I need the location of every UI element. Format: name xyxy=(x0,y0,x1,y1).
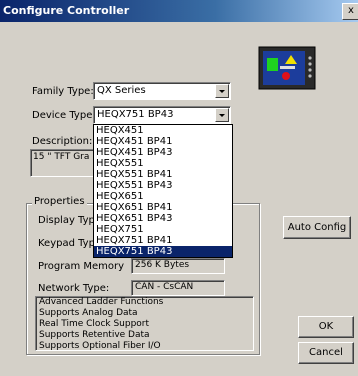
properties-title: Properties xyxy=(32,196,87,207)
keypad-type-label: Keypad Type xyxy=(38,238,102,249)
program-memory-label: Program Memory xyxy=(38,261,125,272)
feature-item: Supports Analog Data xyxy=(39,308,138,318)
device-type-dropdown-list[interactable]: HEQX451 HEQX451 BP41 HEQX451 BP43 HEQX551 HE… xyxy=(93,124,233,258)
dropdown-option[interactable]: HEQX751 xyxy=(94,224,232,235)
cancel-button[interactable]: Cancel xyxy=(298,342,354,364)
feature-item: Supports Retentive Data xyxy=(39,330,150,340)
description-label: Description: xyxy=(32,136,93,147)
feature-item: Real Time Clock Support xyxy=(39,319,150,329)
dropdown-option[interactable]: HEQX751 BP41 xyxy=(94,235,232,246)
family-type-chevron-down-icon[interactable] xyxy=(215,84,229,98)
device-type-value: HEQX751 BP43 xyxy=(97,109,174,120)
dropdown-option[interactable]: HEQX651 BP43 xyxy=(94,213,232,224)
device-type-combo[interactable]: HEQX751 BP43 xyxy=(93,106,231,124)
controller-icon xyxy=(258,44,318,92)
network-type-value: CAN - CsCAN xyxy=(135,282,194,292)
features-list: Advanced Ladder Functions Supports Analo… xyxy=(39,297,163,352)
feature-item: Advanced Ladder Functions xyxy=(39,297,164,307)
family-type-combo[interactable]: QX Series xyxy=(93,82,231,100)
window-title: Configure Controller xyxy=(3,4,130,17)
dropdown-option[interactable]: HEQX451 xyxy=(94,125,232,136)
description-text: 15 " TFT Gra xyxy=(33,152,90,162)
auto-config-button[interactable]: Auto Config xyxy=(283,216,351,239)
ok-button[interactable]: OK xyxy=(298,316,354,338)
device-type-chevron-down-icon[interactable] xyxy=(215,108,229,122)
dropdown-option[interactable]: HEQX651 BP41 xyxy=(94,202,232,213)
feature-item: Supports Optional Fiber I/O xyxy=(39,341,161,351)
device-type-label: Device Type: xyxy=(32,110,96,121)
display-type-label: Display Type xyxy=(38,215,102,226)
features-box: Advanced Ladder Functions Supports Analo… xyxy=(35,296,254,351)
title-bar: Configure Controller x xyxy=(0,0,358,22)
program-memory-box: 256 K Bytes xyxy=(131,258,225,274)
network-type-label: Network Type: xyxy=(38,283,110,294)
family-type-label: Family Type: xyxy=(32,86,94,97)
family-type-value: QX Series xyxy=(97,85,146,96)
network-type-box: CAN - CsCAN xyxy=(131,280,225,296)
dropdown-option[interactable]: HEQX751 BP43 xyxy=(94,246,232,257)
dropdown-option[interactable]: HEQX551 BP43 xyxy=(94,180,232,191)
dropdown-option[interactable]: HEQX651 xyxy=(94,191,232,202)
dropdown-option[interactable]: HEQX551 BP41 xyxy=(94,169,232,180)
dropdown-option[interactable]: HEQX451 BP41 xyxy=(94,136,232,147)
dropdown-option[interactable]: HEQX451 BP43 xyxy=(94,147,232,158)
program-memory-value: 256 K Bytes xyxy=(135,260,190,270)
close-button[interactable]: x xyxy=(342,3,358,20)
dropdown-option[interactable]: HEQX551 xyxy=(94,158,232,169)
